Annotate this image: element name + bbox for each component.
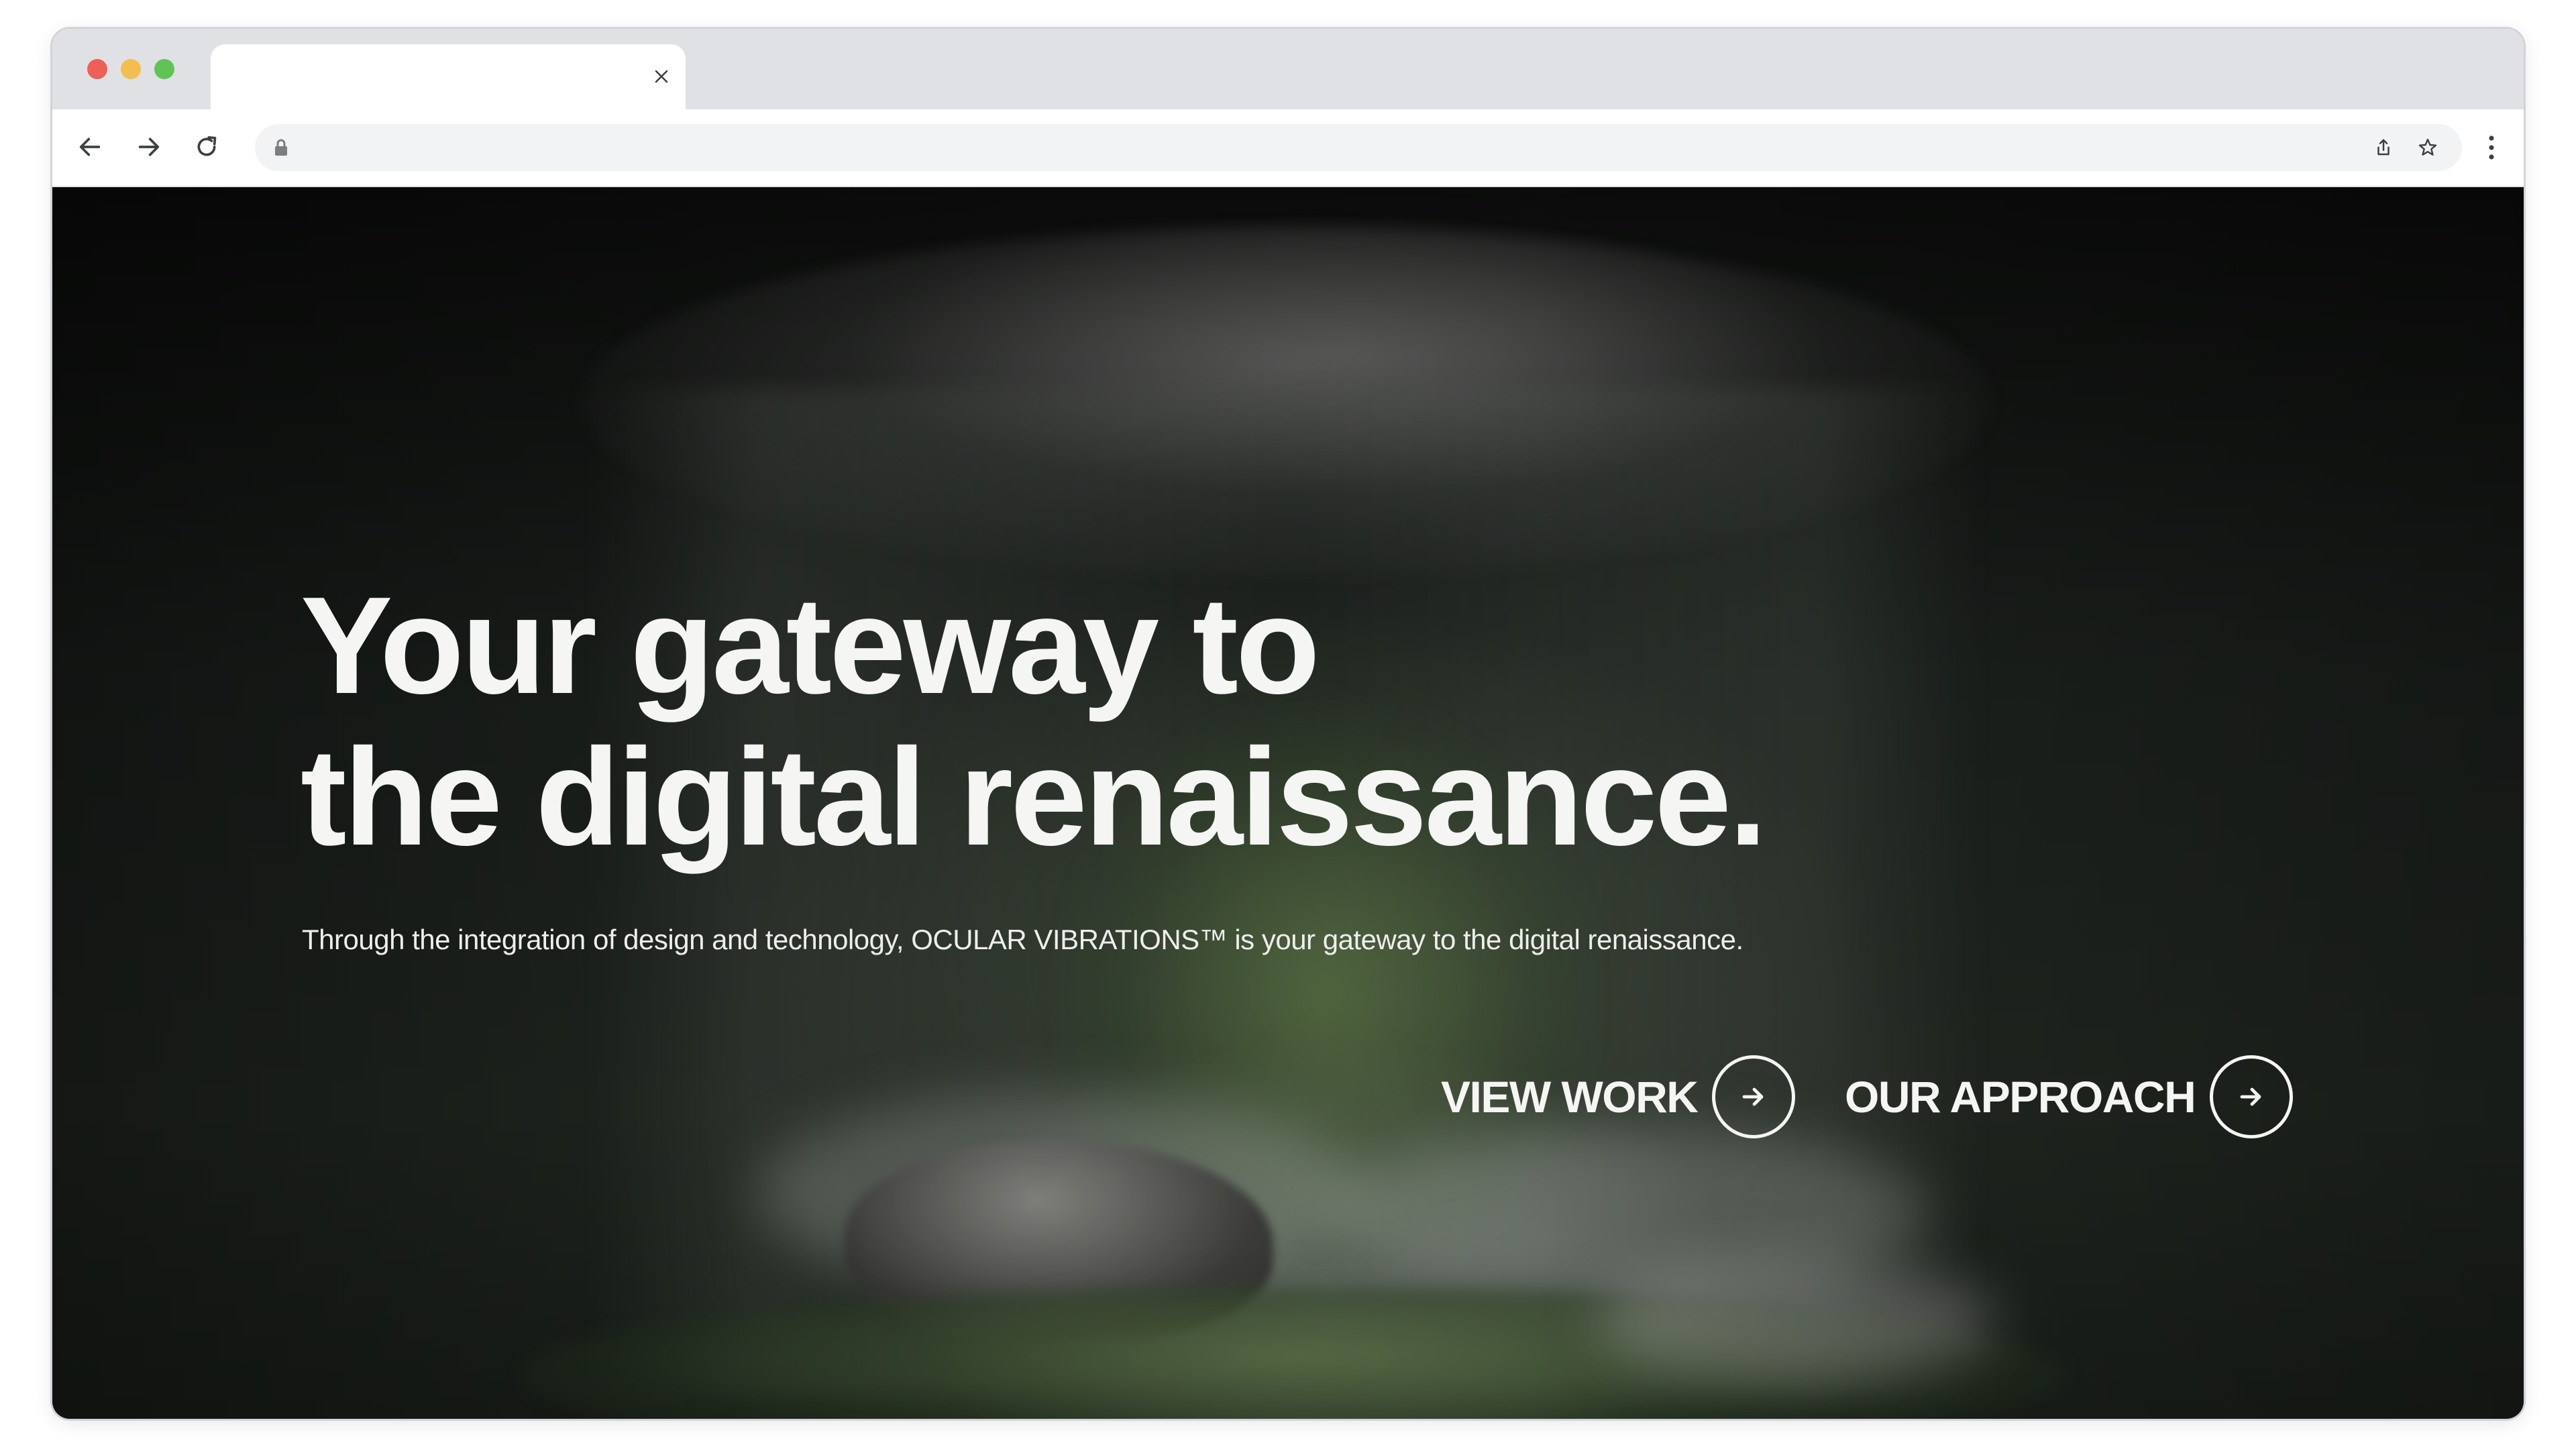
star-icon[interactable] (2414, 133, 2442, 162)
hero-title: Your gateway to the digital renaissance. (301, 570, 2246, 873)
close-icon[interactable] (647, 62, 676, 91)
page-hero: Your gateway to the digital renaissance.… (52, 187, 2524, 1419)
window-maximize-button[interactable] (154, 59, 174, 79)
hero-title-line-2: the digital renaissance. (301, 720, 1767, 874)
arrow-right-icon[interactable] (129, 127, 169, 167)
window-minimize-button[interactable] (121, 59, 141, 79)
kebab-menu-icon[interactable] (2478, 131, 2505, 164)
view-work-button[interactable]: VIEW WORK (1441, 1053, 1796, 1141)
browser-tab-active[interactable] (211, 44, 686, 109)
browser-toolbar (52, 109, 2524, 187)
hero-title-line-1: Your gateway to (301, 568, 1320, 722)
hero-subtitle: Through the integration of design and te… (302, 924, 1743, 955)
arrow-left-icon[interactable] (70, 127, 110, 167)
view-work-label: VIEW WORK (1441, 1072, 1699, 1122)
address-bar[interactable] (255, 124, 2462, 171)
reload-icon[interactable] (186, 127, 227, 167)
window-close-button[interactable] (87, 59, 107, 79)
browser-window: Your gateway to the digital renaissance.… (52, 29, 2524, 1419)
tab-strip (52, 29, 2524, 109)
lock-icon (271, 138, 291, 158)
share-icon[interactable] (2369, 133, 2398, 162)
our-approach-button[interactable]: OUR APPROACH (1845, 1053, 2294, 1141)
arrow-right-icon[interactable] (2210, 1055, 2294, 1138)
our-approach-label: OUR APPROACH (1845, 1072, 2196, 1122)
arrow-right-icon[interactable] (1712, 1055, 1796, 1138)
